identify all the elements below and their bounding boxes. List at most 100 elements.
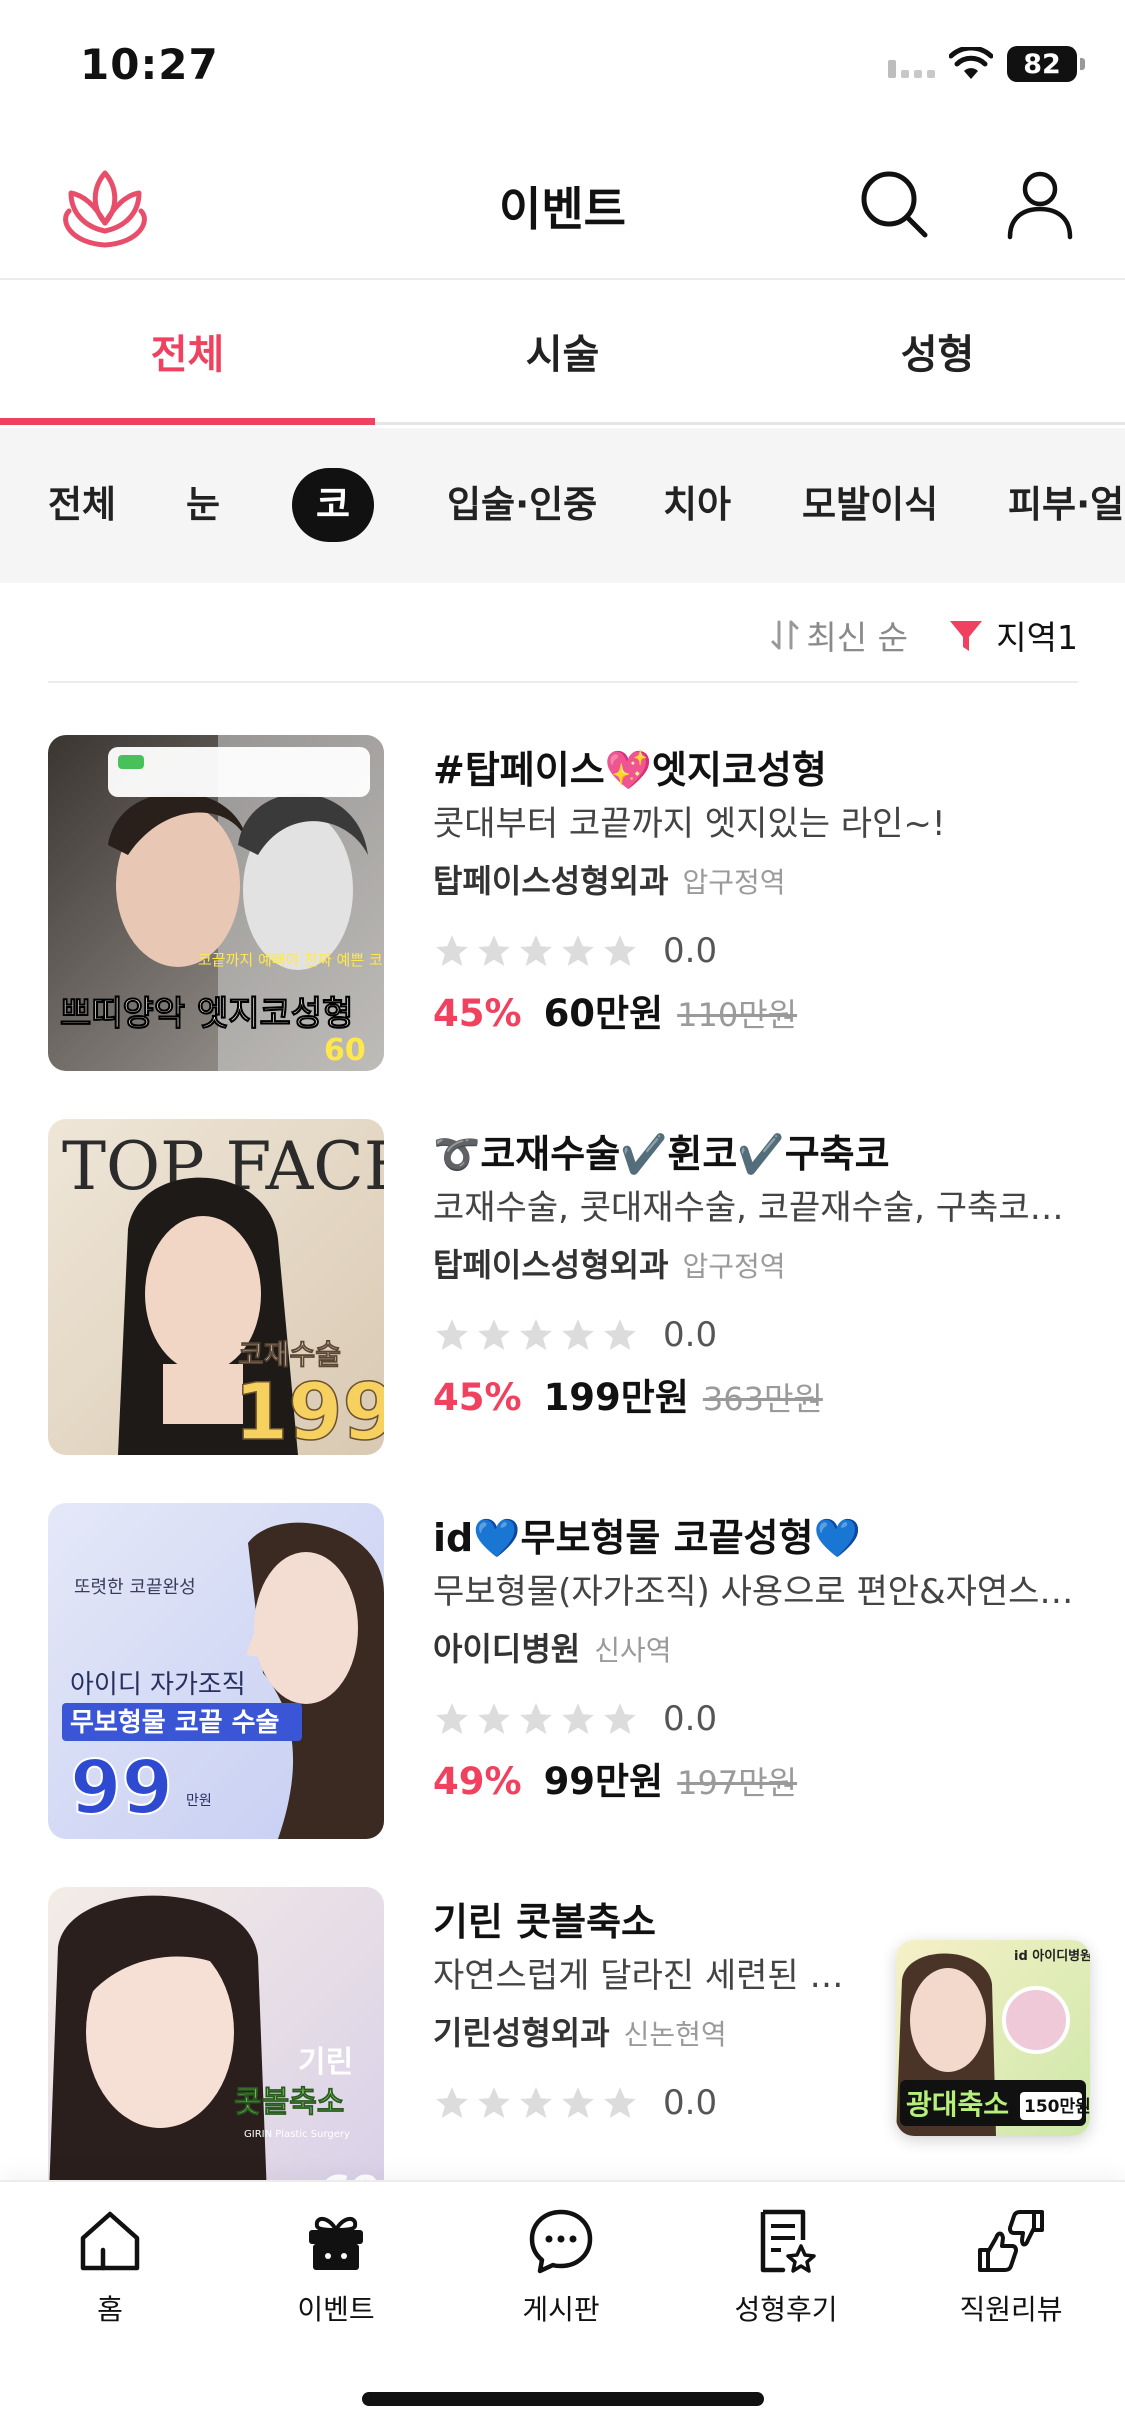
thumb-price: 99 [70,1745,173,1831]
gift-icon [309,2217,363,2270]
event-description: 콧대부터 코끝까지 엣지있는 라인~! [433,804,946,844]
home-icon [80,2211,140,2271]
event-title: ➰코재수술✔️휜코✔️구축코 [433,1132,890,1176]
sort-button[interactable]: 최신 순 [768,611,908,659]
thumb-headline: 쁘띠양악 엣지코성형 [60,994,353,1034]
thumb-headline: 무보형물 코끝 수술 [70,1708,279,1738]
original-price: 363만원 [702,1380,823,1418]
region-filter-button[interactable]: 지역1 [948,611,1078,659]
thumb-subhead: 아이디 자가조직 [70,1670,246,1700]
thumb-price: 199 [234,1368,384,1455]
battery-level: 82 [1007,46,1077,82]
event-info: #탑페이스💖엣지코성형 콧대부터 코끝까지 엣지있는 라인~! 탑페이스성형외과… [433,745,1083,1040]
thumb-brand: 기린 [298,2045,353,2080]
rating-value: 0.0 [663,2083,718,2123]
star-icon [520,935,552,967]
star-icon [604,1703,636,1735]
nav-staff-review[interactable]: 직원리뷰 [911,2206,1111,2328]
rating-value: 0.0 [663,931,718,971]
event-description: 자연스럽게 달라진 세련된 이미지 [433,1956,873,1996]
sub-category-teeth[interactable]: 치아 [663,468,731,542]
event-item[interactable]: 코끝까지 예뻐야 진짜 예쁜 코! 쁘띠양악 엣지코성형 60 #탑페이스💖엣지… [48,735,1078,1075]
thumbs-icon [978,2210,1044,2272]
sub-category-lips[interactable]: 입술·인중 [447,468,597,542]
star-icon [604,1319,636,1351]
search-icon[interactable] [855,165,935,245]
thumb-headline: 코재수술 [238,1338,341,1371]
status-icons: 82 [888,46,1085,82]
chat-bubble-icon [529,2209,593,2274]
region-label: 지역1 [996,618,1078,657]
status-bar: 10:27 82 [0,0,1125,135]
sort-bar: 최신 순 지역1 [48,583,1078,683]
nav-review[interactable]: 성형후기 [686,2206,886,2328]
star-icon [562,1703,594,1735]
sub-category-nose[interactable]: 코 [292,468,374,542]
star-icon [478,1703,510,1735]
hospital-name: 탑페이스성형외과 [433,862,669,900]
review-icon [760,2209,816,2273]
star-icon [520,2087,552,2119]
star-icon [562,1319,594,1351]
rating-value: 0.0 [663,1315,718,1355]
nav-label: 성형후기 [734,2293,838,2326]
event-thumbnail: 또렷한 코끝완성 아이디 자가조직 무보형물 코끝 수술 99 만원 [48,1503,384,1839]
star-icon [562,2087,594,2119]
app-header: 이벤트 [0,135,1125,280]
thumb-unit: 만원 [186,1793,212,1809]
sub-category-eye[interactable]: 눈 [186,468,220,542]
thumb-caption: 또렷한 코끝완성 [74,1577,196,1598]
battery-icon: 82 [1007,46,1085,82]
star-icon [478,1319,510,1351]
rating-value: 0.0 [663,1699,718,1739]
star-icon [520,1703,552,1735]
star-icon [478,935,510,967]
star-icon [436,1319,468,1351]
hospital-location: 신논현역 [623,2018,727,2051]
event-price: 45% 199만원 363만원 [433,1373,1083,1424]
nav-label: 직원리뷰 [959,2293,1063,2326]
floating-ad-banner[interactable]: id 아이디병원 광대축소 150만원 [896,1940,1090,2136]
sub-category-bar: 전체 눈 코 입술·인중 치아 모발이식 피부·얼굴 [0,428,1125,583]
page-title: 이벤트 [499,182,626,236]
sub-category-hair[interactable]: 모발이식 [802,468,938,542]
original-price: 110만원 [677,996,798,1034]
sale-price: 60만원 [543,992,664,1035]
tab-procedure[interactable]: 시술 [375,280,750,422]
home-indicator[interactable] [362,2392,764,2406]
star-icon [436,1703,468,1735]
thumb-price: 60 [324,1033,366,1068]
star-icon [562,935,594,967]
nav-event[interactable]: 이벤트 [236,2206,436,2328]
event-thumbnail: 코끝까지 예뻐야 진짜 예쁜 코! 쁘띠양악 엣지코성형 60 [48,735,384,1071]
sub-category-skin[interactable]: 피부·얼굴 [1008,468,1125,542]
tab-all[interactable]: 전체 [0,280,375,425]
hospital-name: 기린성형외과 [433,2014,610,2052]
hospital-location: 신사역 [594,1634,672,1667]
sort-label: 최신 순 [806,618,908,657]
event-info: ➰코재수술✔️휜코✔️구축코 코재수술, 콧대재수술, 코끝재수술, 구축코재수… [433,1129,1083,1424]
star-icon [604,2087,636,2119]
sale-price: 199만원 [543,1376,689,1419]
user-profile-icon[interactable] [1000,165,1080,245]
tab-surgery[interactable]: 성형 [750,280,1125,422]
event-item[interactable]: TOP FACE 코재수술 199 ➰코재수술✔️휜코✔️구축코 코재수술, 콧… [48,1119,1083,1459]
discount-rate: 45% [433,992,522,1035]
signal-icon [888,50,935,78]
sub-category-all[interactable]: 전체 [48,468,116,542]
nav-home[interactable]: 홈 [10,2206,210,2328]
star-icon [604,935,636,967]
event-description: 코재수술, 콧대재수술, 코끝재수술, 구축코재수술 [433,1188,1083,1228]
event-info: id💙무보형물 코끝성형💙 무보형물(자가조직) 사용으로 편안&자연스럽게 아… [433,1513,1083,1808]
star-icon [478,2087,510,2119]
hospital-location: 압구정역 [682,866,786,899]
star-icon [520,1319,552,1351]
hospital-location: 압구정역 [682,1250,786,1283]
event-item[interactable]: 또렷한 코끝완성 아이디 자가조직 무보형물 코끝 수술 99 만원 id💙무보… [48,1503,1083,1843]
sort-arrows-icon [771,620,799,650]
nav-label: 게시판 [522,2293,600,2326]
nav-label: 이벤트 [297,2293,375,2326]
event-price: 49% 99만원 197만원 [433,1757,1083,1808]
nav-board[interactable]: 게시판 [461,2206,661,2328]
event-rating: 0.0 [433,929,1083,973]
